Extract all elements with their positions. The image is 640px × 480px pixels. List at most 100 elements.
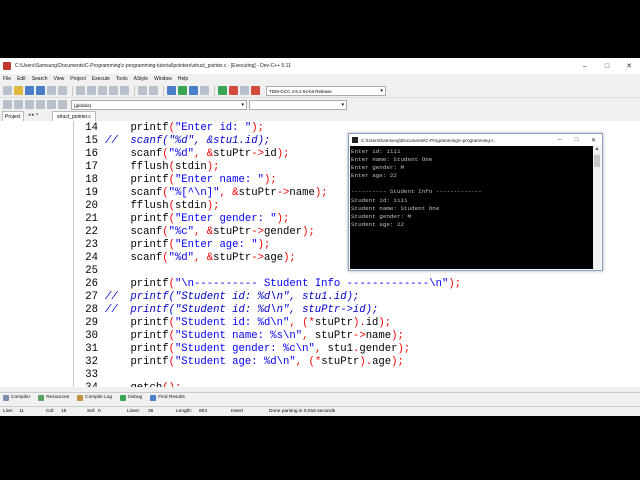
line-number: 28 <box>85 304 98 316</box>
menu-tools[interactable]: Tools <box>116 76 128 82</box>
line-number: 23 <box>85 239 98 251</box>
rebuild-icon[interactable] <box>200 86 209 95</box>
code-line[interactable]: 32 printf("Student age: %d\n", (*stuPtr)… <box>74 356 640 369</box>
code-line[interactable]: 27 // printf("Student id: %d\n", stu1.id)… <box>74 291 640 304</box>
goto-line-icon[interactable] <box>120 86 129 95</box>
code-text: printf("Student id: %d\n", (*stuPtr).id)… <box>130 317 392 329</box>
console-maximize-button[interactable]: □ <box>568 137 585 143</box>
scroll-up-icon[interactable]: ▲ <box>593 146 601 152</box>
code-line[interactable]: 34 getch(); <box>74 382 640 387</box>
print-icon[interactable] <box>58 86 67 95</box>
console-scrollbar[interactable]: ▲ <box>593 146 601 269</box>
console-icon <box>352 137 358 143</box>
insert-icon[interactable] <box>3 100 12 109</box>
goto-bookmark-icon[interactable] <box>25 100 34 109</box>
menu-astyle[interactable]: AStyle <box>134 76 148 82</box>
code-text: fflush(stdin); <box>130 200 220 212</box>
tab-find-results-label: Find Results <box>158 395 185 400</box>
tab-debug[interactable]: Debug <box>120 394 142 401</box>
redo-icon[interactable] <box>87 86 96 95</box>
line-number: 14 <box>85 122 98 134</box>
zoom-icon[interactable] <box>58 100 67 109</box>
code-text: getch(); <box>105 382 181 387</box>
code-text: scanf("%d", &stuPtr->age); <box>130 252 296 264</box>
new-file-icon[interactable] <box>3 86 12 95</box>
code-line[interactable]: 30 printf("Student name: %s\n", stuPtr->… <box>74 330 640 343</box>
member-select[interactable] <box>249 99 347 110</box>
code-text: printf("Enter id: "); <box>130 122 264 134</box>
profile-icon[interactable] <box>240 86 249 95</box>
menu-help[interactable]: Help <box>178 76 188 82</box>
dev-cpp-window: C:\Users\Samsung\Documents\C-Programming… <box>0 58 640 416</box>
console-line: Enter id: 1111 <box>351 148 401 155</box>
code-text: printf("Student age: %d\n", (*stuPtr).ag… <box>130 356 404 368</box>
close-file-icon[interactable] <box>47 86 56 95</box>
line-number: 26 <box>85 278 98 290</box>
console-title: C:\Users\Samsung\Documents\C-Programming… <box>361 137 497 143</box>
project-options-icon[interactable] <box>149 86 158 95</box>
compile-icon[interactable] <box>167 86 176 95</box>
console-minimize-button[interactable]: – <box>551 137 568 143</box>
indent-icon[interactable] <box>36 100 45 109</box>
open-file-icon[interactable] <box>14 86 23 95</box>
console-line: Student age: 22 <box>351 220 405 228</box>
tab-compile-log[interactable]: Compile Log <box>77 394 112 401</box>
menu-execute[interactable]: Execute <box>92 76 110 82</box>
debug-icon[interactable] <box>218 86 227 95</box>
project-panel <box>0 121 74 387</box>
line-number: 22 <box>85 226 98 238</box>
menu-view[interactable]: View <box>54 76 65 82</box>
console-window[interactable]: C:\Users\Samsung\Documents\C-Programming… <box>348 133 603 271</box>
tab-project[interactable]: Project <box>2 111 24 121</box>
devcpp-app-icon <box>3 62 11 70</box>
find-icon[interactable] <box>98 86 107 95</box>
tab-struct-pointer[interactable]: struct_pointer.c <box>52 111 96 121</box>
replace-icon[interactable] <box>109 86 118 95</box>
code-line[interactable]: 31 printf("Student gender: %c\n", stu1.g… <box>74 343 640 356</box>
save-all-icon[interactable] <box>36 86 45 95</box>
close-button[interactable]: ✕ <box>618 58 640 74</box>
menu-file[interactable]: File <box>3 76 11 82</box>
tab-compiler[interactable]: Compiler <box>3 394 31 401</box>
line-number: 33 <box>85 369 98 381</box>
code-line[interactable]: 33 <box>74 369 640 382</box>
console-close-button[interactable]: ✕ <box>585 137 602 144</box>
status-bar: Line: 11 Col: 15 Sel: 0 Lines: 36 Length… <box>0 406 640 416</box>
tab-navigation[interactable]: ◂ ▸ × <box>28 112 39 118</box>
stop-execution-icon[interactable] <box>229 86 238 95</box>
delete-profile-icon[interactable] <box>251 86 260 95</box>
line-number: 27 <box>85 291 98 303</box>
tab-resources[interactable]: Resources <box>38 394 69 401</box>
new-project-icon[interactable] <box>138 86 147 95</box>
menu-search[interactable]: Search <box>32 76 48 82</box>
menu-window[interactable]: Window <box>154 76 172 82</box>
undo-icon[interactable] <box>76 86 85 95</box>
scroll-thumb[interactable] <box>594 155 600 167</box>
minimize-button[interactable]: – <box>574 58 596 74</box>
unindent-icon[interactable] <box>47 100 56 109</box>
code-text: scanf("%d", &stuPtr->id); <box>130 148 290 160</box>
code-line[interactable]: 29 printf("Student id: %d\n", (*stuPtr).… <box>74 317 640 330</box>
find-results-icon <box>150 394 157 401</box>
status-sel-label: Sel: <box>87 409 96 414</box>
class-toolbar: (globals) <box>0 98 640 111</box>
save-icon[interactable] <box>25 86 34 95</box>
run-icon[interactable] <box>178 86 187 95</box>
status-lines-label: Lines: <box>127 409 140 414</box>
code-text: scanf("%c", &stuPtr->gender); <box>130 226 315 238</box>
compiler-select[interactable]: TDM-GCC 4.9.2 64-bit Release <box>266 85 386 96</box>
console-title-bar: C:\Users\Samsung\Documents\C-Programming… <box>349 134 602 146</box>
compile-run-icon[interactable] <box>189 86 198 95</box>
code-line[interactable]: 26 printf("\n---------- Student Info ---… <box>74 278 640 291</box>
menu-edit[interactable]: Edit <box>17 76 26 82</box>
scope-select[interactable]: (globals) <box>71 99 247 110</box>
tab-find-results[interactable]: Find Results <box>150 394 185 401</box>
menu-project[interactable]: Project <box>70 76 86 82</box>
toggle-bookmark-icon[interactable] <box>14 100 23 109</box>
maximize-button[interactable]: □ <box>596 58 618 74</box>
tab-compiler-label: Compiler <box>11 395 31 400</box>
console-line: Enter name: Student One <box>351 156 433 164</box>
line-number: 34 <box>74 382 98 387</box>
code-line[interactable]: 28 // printf("Student id: %d\n", stuPtr->… <box>74 304 640 317</box>
code-text: printf("Enter gender: "); <box>130 213 290 225</box>
